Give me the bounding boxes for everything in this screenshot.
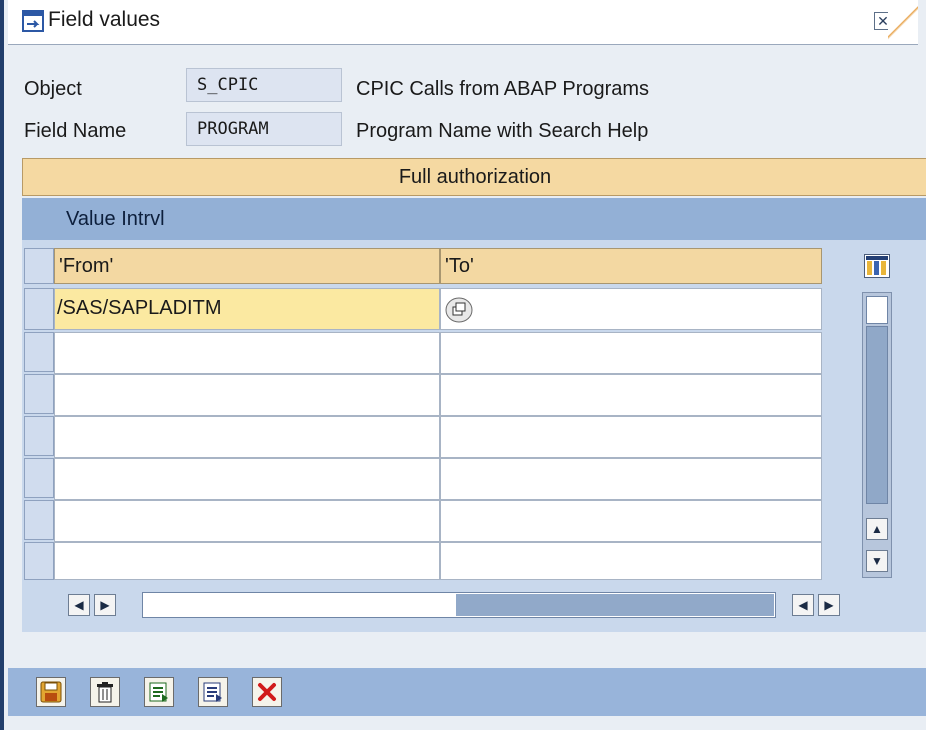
scroll-left-icon[interactable]: ◀ xyxy=(68,594,90,616)
object-label: Object xyxy=(24,78,82,100)
window-icon xyxy=(22,10,44,32)
row-selector[interactable] xyxy=(24,374,54,414)
value-interval-header: Value Intrvl xyxy=(22,198,926,240)
row-selector[interactable] xyxy=(24,500,54,540)
object-description: CPIC Calls from ABAP Programs xyxy=(356,78,650,100)
insert-row-icon xyxy=(149,682,168,702)
to-input[interactable] xyxy=(440,458,822,500)
dialog-window: Field values ✕ Object S_CPIC CPIC Calls … xyxy=(0,0,926,730)
from-input[interactable] xyxy=(54,332,440,374)
value-interval-title: Value Intrvl xyxy=(66,208,165,230)
cancel-icon xyxy=(258,683,276,701)
row-selector[interactable] xyxy=(24,458,54,498)
title-bar: Field values ✕ xyxy=(8,0,918,45)
row-selector[interactable] xyxy=(24,542,54,580)
from-input[interactable] xyxy=(54,374,440,416)
to-input[interactable] xyxy=(440,288,822,330)
column-header-from[interactable]: 'From' xyxy=(54,248,440,284)
field-name-description: Program Name with Search Help xyxy=(356,120,649,142)
save-button[interactable] xyxy=(36,677,66,707)
delete-icon xyxy=(97,682,113,703)
to-input[interactable] xyxy=(440,332,822,374)
from-input[interactable] xyxy=(54,542,440,580)
multiple-selection-icon[interactable] xyxy=(445,297,473,323)
object-field: S_CPIC xyxy=(186,68,342,102)
to-input[interactable] xyxy=(440,542,822,580)
from-input[interactable] xyxy=(54,500,440,542)
window-title: Field values xyxy=(48,8,161,31)
cancel-button[interactable] xyxy=(252,677,282,707)
from-input[interactable] xyxy=(54,458,440,500)
from-input[interactable]: /SAS/SAPLADITM xyxy=(54,288,440,330)
title-corner-decoration xyxy=(888,0,918,44)
save-icon xyxy=(40,681,62,703)
scroll-right-icon[interactable]: ▶ xyxy=(94,594,116,616)
field-name-label: Field Name xyxy=(24,120,127,142)
column-header-to[interactable]: 'To' xyxy=(440,248,822,284)
field-name-field: PROGRAM xyxy=(186,112,342,146)
scroll-right-icon[interactable]: ▶ xyxy=(818,594,840,616)
insert-row-button[interactable] xyxy=(144,677,174,707)
horizontal-scroll-thumb[interactable] xyxy=(456,594,774,616)
from-input[interactable] xyxy=(54,416,440,458)
row-selector[interactable] xyxy=(24,288,54,330)
vertical-scroll-thumb[interactable] xyxy=(866,326,888,504)
column-settings-icon[interactable] xyxy=(864,254,890,278)
select-all-rows[interactable] xyxy=(24,248,54,284)
copy-row-button[interactable] xyxy=(198,677,228,707)
row-selector[interactable] xyxy=(24,416,54,456)
scroll-down-icon[interactable]: ▼ xyxy=(866,550,888,572)
scroll-up-icon[interactable]: ▲ xyxy=(866,518,888,540)
to-input[interactable] xyxy=(440,374,822,416)
to-input[interactable] xyxy=(440,416,822,458)
vertical-scroll-track-top[interactable] xyxy=(866,296,888,324)
delete-button[interactable] xyxy=(90,677,120,707)
copy-row-icon xyxy=(203,682,222,702)
full-authorization-button[interactable]: Full authorization xyxy=(22,158,926,196)
scroll-left-icon[interactable]: ◀ xyxy=(792,594,814,616)
row-selector[interactable] xyxy=(24,332,54,372)
to-input[interactable] xyxy=(440,500,822,542)
